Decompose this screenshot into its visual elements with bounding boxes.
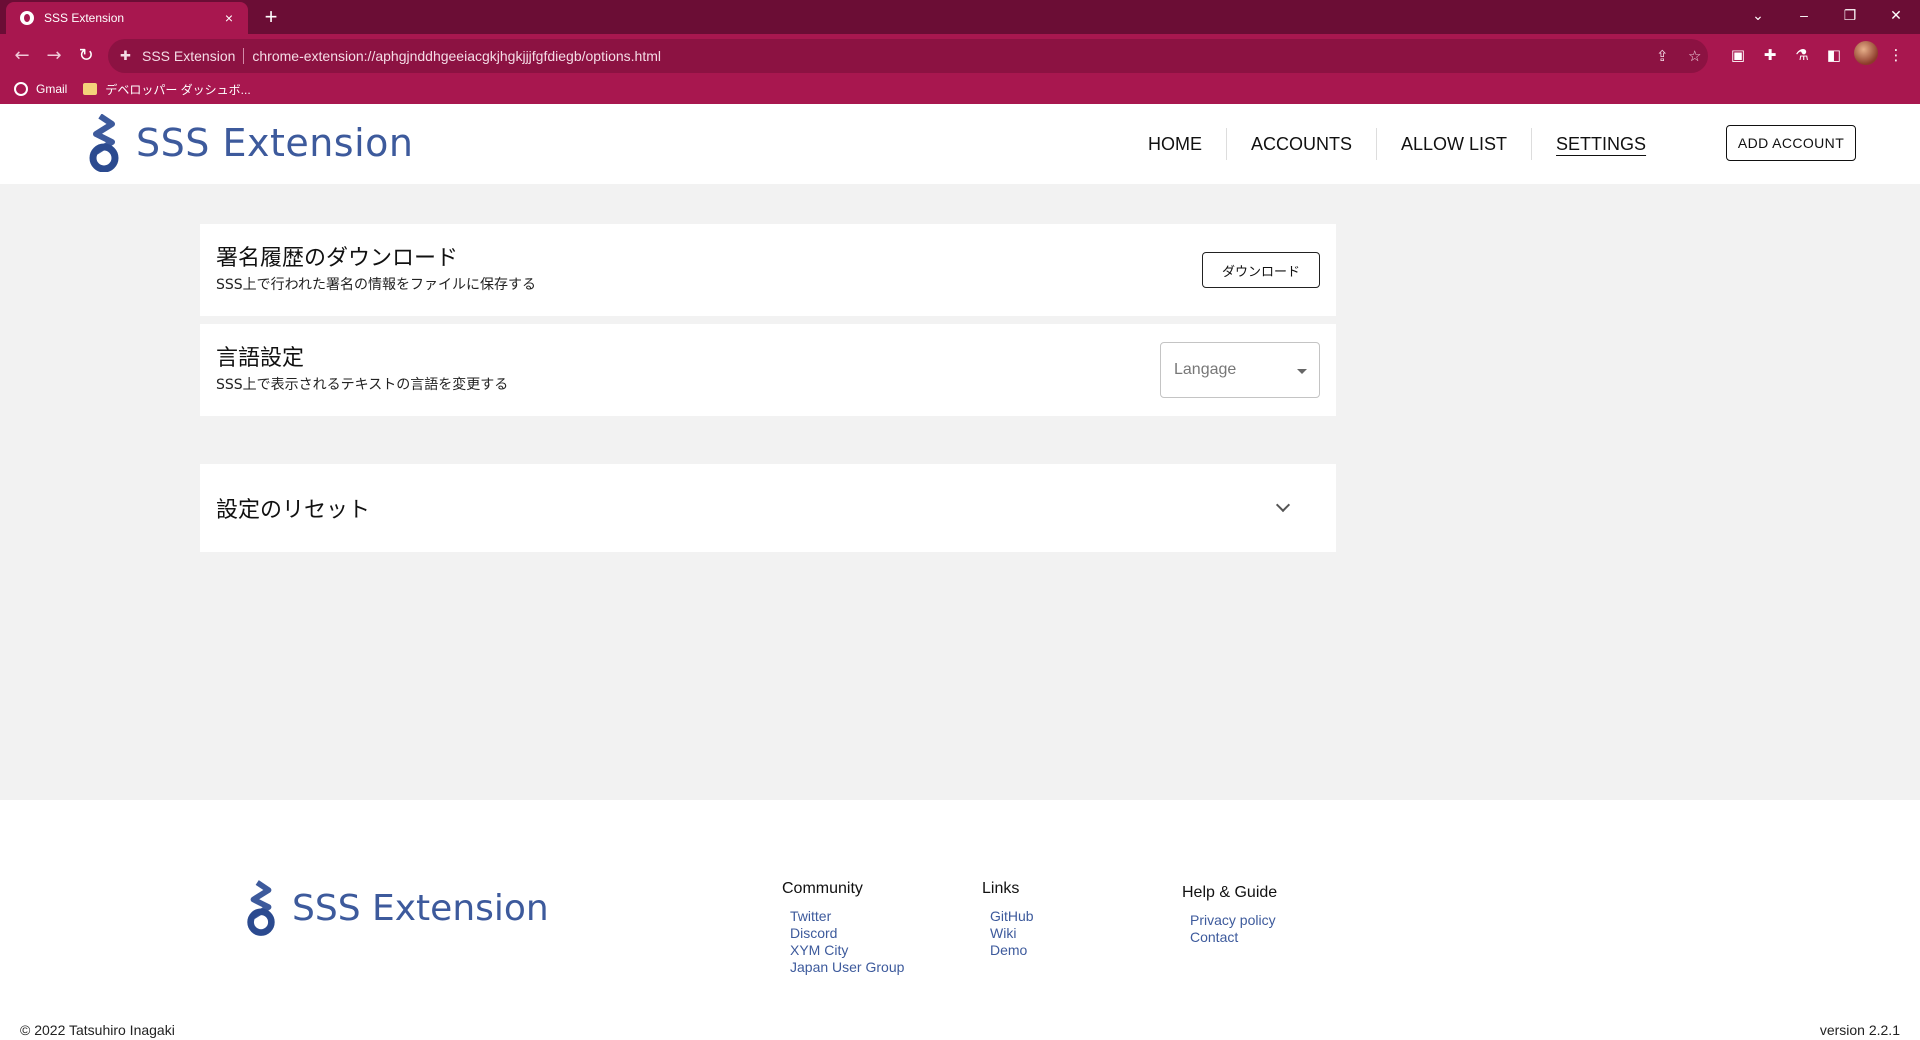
copyright-text: © 2022 Tatsuhiro Inagaki bbox=[20, 1022, 175, 1038]
restore-icon[interactable]: ❐ bbox=[1828, 0, 1872, 30]
footer-links-column: Links GitHub Wiki Demo bbox=[982, 880, 1034, 959]
sss-logo-icon bbox=[89, 114, 119, 172]
download-history-title: 署名履歴のダウンロード bbox=[216, 246, 459, 271]
nav-allow-list[interactable]: ALLOW LIST bbox=[1376, 128, 1531, 160]
back-icon[interactable]: ← bbox=[8, 42, 36, 70]
footer-community-column: Community Twitter Discord XYM City Japan… bbox=[782, 880, 904, 976]
header-logo[interactable]: SSS Extension bbox=[86, 114, 414, 172]
bookmark-star-icon[interactable]: ☆ bbox=[1688, 47, 1701, 65]
footer-link-github[interactable]: GitHub bbox=[990, 908, 1034, 925]
labs-flask-icon[interactable]: ⚗ bbox=[1790, 43, 1814, 67]
nav-settings[interactable]: SETTINGS bbox=[1531, 128, 1670, 160]
address-url[interactable]: chrome-extension://aphgjnddhgeeiacgkjhgk… bbox=[252, 48, 661, 64]
footer-brand: SSS Extension bbox=[292, 887, 549, 929]
profile-avatar[interactable] bbox=[1854, 41, 1878, 65]
footer-link-privacy-policy[interactable]: Privacy policy bbox=[1190, 912, 1277, 929]
footer-help-column: Help & Guide Privacy policy Contact bbox=[1182, 884, 1277, 946]
language-settings-description: SSS上で表示されるテキストの言語を変更する bbox=[216, 377, 509, 393]
browser-tab[interactable]: SSS Extension × bbox=[6, 2, 248, 34]
address-bar[interactable]: ✚ SSS Extension chrome-extension://aphgj… bbox=[108, 39, 1708, 73]
footer-link-xym-city[interactable]: XYM City bbox=[790, 942, 904, 959]
forward-icon[interactable]: → bbox=[40, 42, 68, 70]
footer-link-wiki[interactable]: Wiki bbox=[990, 925, 1034, 942]
browser-tabstrip: SSS Extension × + ⌄ – ❐ ✕ bbox=[0, 0, 1920, 34]
browser-menu-icon[interactable]: ⋮ bbox=[1884, 43, 1908, 67]
tab-search-icon[interactable]: ⌄ bbox=[1736, 0, 1780, 30]
footer-link-contact[interactable]: Contact bbox=[1190, 929, 1277, 946]
extension-sss-icon[interactable]: ▣ bbox=[1726, 43, 1750, 67]
minimize-icon[interactable]: – bbox=[1782, 0, 1826, 30]
language-settings-title: 言語設定 bbox=[216, 346, 305, 371]
tab-favicon-icon bbox=[20, 11, 34, 25]
footer-link-japan-user-group[interactable]: Japan User Group bbox=[790, 959, 904, 976]
side-panel-icon[interactable]: ◧ bbox=[1822, 43, 1846, 67]
reset-settings-title: 設定のリセット bbox=[216, 498, 371, 523]
language-select-placeholder: Langage bbox=[1174, 361, 1237, 378]
address-site-label: SSS Extension bbox=[142, 48, 245, 64]
footer-column-heading: Help & Guide bbox=[1182, 884, 1278, 901]
footer: SSS Extension Community Twitter Discord … bbox=[0, 800, 1920, 1040]
reset-settings-accordion[interactable]: 設定のリセット bbox=[200, 464, 1336, 552]
globe-icon bbox=[14, 82, 28, 96]
download-history-description: SSS上で行われた署名の情報をファイルに保存する bbox=[216, 277, 536, 293]
tab-close-icon[interactable]: × bbox=[220, 10, 238, 26]
bookmark-gmail[interactable]: Gmail bbox=[14, 82, 67, 96]
download-button[interactable]: ダウンロード bbox=[1202, 252, 1320, 288]
nav-accounts[interactable]: ACCOUNTS bbox=[1226, 128, 1376, 160]
footer-link-discord[interactable]: Discord bbox=[790, 925, 904, 942]
close-window-icon[interactable]: ✕ bbox=[1874, 0, 1918, 30]
footer-link-demo[interactable]: Demo bbox=[990, 942, 1034, 959]
sss-logo-icon bbox=[247, 880, 275, 936]
dropdown-caret-icon bbox=[1297, 369, 1307, 374]
tab-title: SSS Extension bbox=[44, 11, 125, 25]
bookmark-developer-dashboard[interactable]: デベロッパー ダッシュボ... bbox=[83, 81, 251, 98]
browser-toolbar: ← → ↻ ✚ SSS Extension chrome-extension:/… bbox=[0, 34, 1920, 104]
folder-icon bbox=[83, 83, 98, 95]
language-select[interactable]: Langage bbox=[1160, 342, 1320, 398]
extensions-icon[interactable]: ✚ bbox=[1758, 43, 1782, 67]
chevron-down-icon[interactable] bbox=[1275, 497, 1291, 513]
app-header: SSS Extension HOME ACCOUNTS ALLOW LIST S… bbox=[0, 104, 1920, 184]
new-tab-button[interactable]: + bbox=[258, 4, 284, 30]
footer-logo[interactable]: SSS Extension bbox=[244, 880, 549, 936]
nav-home[interactable]: HOME bbox=[1124, 128, 1226, 160]
share-icon[interactable]: ⇪ bbox=[1656, 47, 1669, 65]
extension-puzzle-icon: ✚ bbox=[120, 48, 131, 63]
bookmark-label: Gmail bbox=[36, 82, 68, 96]
footer-link-twitter[interactable]: Twitter bbox=[790, 908, 904, 925]
header-brand: SSS Extension bbox=[136, 121, 414, 165]
reload-icon[interactable]: ↻ bbox=[72, 42, 100, 70]
main-nav: HOME ACCOUNTS ALLOW LIST SETTINGS bbox=[1124, 124, 1670, 164]
add-account-button[interactable]: ADD ACCOUNT bbox=[1726, 125, 1856, 161]
footer-column-heading: Links bbox=[982, 880, 1020, 897]
bookmarks-bar: Gmail デベロッパー ダッシュボ... bbox=[0, 74, 251, 104]
footer-column-heading: Community bbox=[782, 880, 863, 897]
download-history-card: 署名履歴のダウンロード SSS上で行われた署名の情報をファイルに保存する ダウン… bbox=[200, 224, 1336, 316]
language-settings-card: 言語設定 SSS上で表示されるテキストの言語を変更する Langage bbox=[200, 324, 1336, 416]
bookmark-label: デベロッパー ダッシュボ... bbox=[105, 82, 251, 97]
version-text: version 2.2.1 bbox=[1819, 1022, 1900, 1038]
